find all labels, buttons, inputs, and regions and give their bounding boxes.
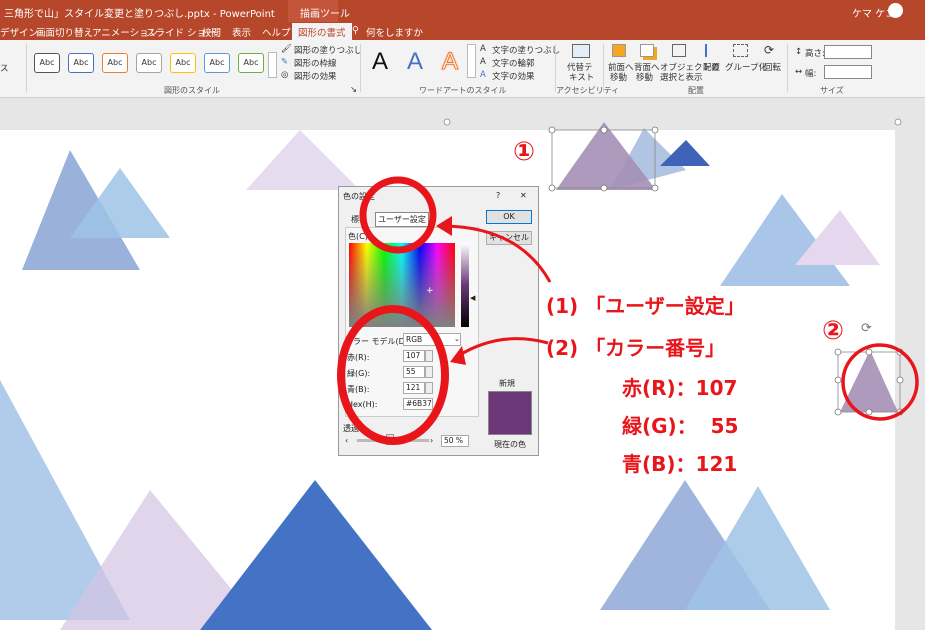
blue-label: 青(B): — [347, 385, 370, 394]
selection-handle[interactable] — [896, 376, 904, 384]
hex-label: Hex(H): — [347, 400, 378, 409]
transparency-value: 50 % — [444, 436, 464, 445]
luminance-slider[interactable] — [461, 243, 469, 327]
selection-handle[interactable] — [896, 408, 904, 416]
selection-handle[interactable] — [600, 184, 608, 192]
color-model-value: RGB — [406, 335, 423, 344]
triangle-shape[interactable] — [246, 130, 360, 190]
red-value-annotation: 赤(R)：107 — [622, 376, 738, 400]
selection-handle[interactable] — [834, 376, 842, 384]
green-value-annotation: 緑(G)： 55 — [622, 414, 739, 438]
chevron-down-icon[interactable]: ⌄ — [454, 335, 460, 343]
help-icon[interactable]: ? — [496, 191, 500, 200]
dialog-title: 色の設定 — [343, 192, 375, 201]
colors-label: 色(C): — [348, 232, 371, 241]
color-model-select[interactable]: RGB — [403, 333, 461, 346]
color-dialog: 色の設定 ? ✕ 標準 ユーザー設定 OK キャンセル 色(C): + ◀ カラ… — [338, 186, 539, 456]
green-label: 緑(G): — [347, 369, 371, 378]
selected-triangle-2[interactable] — [840, 350, 898, 412]
crosshair-icon: + — [426, 286, 434, 296]
selection-handle[interactable] — [834, 408, 842, 416]
luminance-arrow-icon[interactable]: ◀ — [470, 294, 475, 302]
red-spinner[interactable] — [425, 350, 433, 362]
triangle-shape[interactable] — [200, 480, 432, 630]
close-icon[interactable]: ✕ — [520, 191, 527, 200]
slider-thumb[interactable] — [386, 434, 394, 445]
transparency-input[interactable]: 50 % — [441, 435, 469, 447]
selection-handle[interactable] — [896, 348, 904, 356]
marker-1: ① — [513, 137, 536, 167]
color-model-label: カラー モデル(D): — [345, 337, 411, 346]
cancel-button[interactable]: キャンセル — [486, 231, 532, 245]
tab-standard[interactable]: 標準 — [351, 214, 367, 225]
selection-handle[interactable] — [865, 348, 873, 356]
rotate-handle-icon[interactable]: ⟳ — [861, 321, 872, 336]
selection-handle[interactable] — [548, 126, 556, 134]
blue-spinner[interactable] — [425, 382, 433, 394]
green-spinner[interactable] — [425, 366, 433, 378]
hex-input[interactable]: #6B37 — [403, 398, 433, 410]
slider-right-icon[interactable]: › — [430, 436, 433, 445]
selection-handle[interactable] — [834, 348, 842, 356]
red-input[interactable]: 107 — [403, 350, 425, 362]
selection-handle[interactable] — [865, 408, 873, 416]
green-input[interactable]: 55 — [403, 366, 425, 378]
new-color-label: 新規 — [499, 379, 515, 388]
ok-button[interactable]: OK — [486, 210, 532, 224]
current-color-label: 現在の色 — [494, 440, 526, 449]
blue-value-annotation: 青(B)：121 — [622, 452, 738, 476]
slide-handle[interactable] — [894, 118, 902, 126]
marker-2: ② — [822, 316, 845, 346]
new-color-swatch — [488, 391, 532, 435]
transparency-label: 透過 — [343, 424, 359, 433]
selection-handle[interactable] — [548, 184, 556, 192]
step1-label: (1) 「ユーザー設定」 — [546, 294, 745, 318]
slider-left-icon[interactable]: ‹ — [345, 436, 348, 445]
step2-label: (2) 「カラー番号」 — [546, 336, 726, 360]
selection-handle[interactable] — [600, 126, 608, 134]
selection-handle[interactable] — [651, 126, 659, 134]
slide-handle[interactable] — [443, 118, 451, 126]
red-label: 赤(R): — [347, 353, 370, 362]
selection-handle[interactable] — [651, 184, 659, 192]
tab-custom[interactable]: ユーザー設定 — [375, 212, 429, 227]
color-spectrum[interactable] — [349, 243, 455, 327]
blue-input[interactable]: 121 — [403, 382, 425, 394]
